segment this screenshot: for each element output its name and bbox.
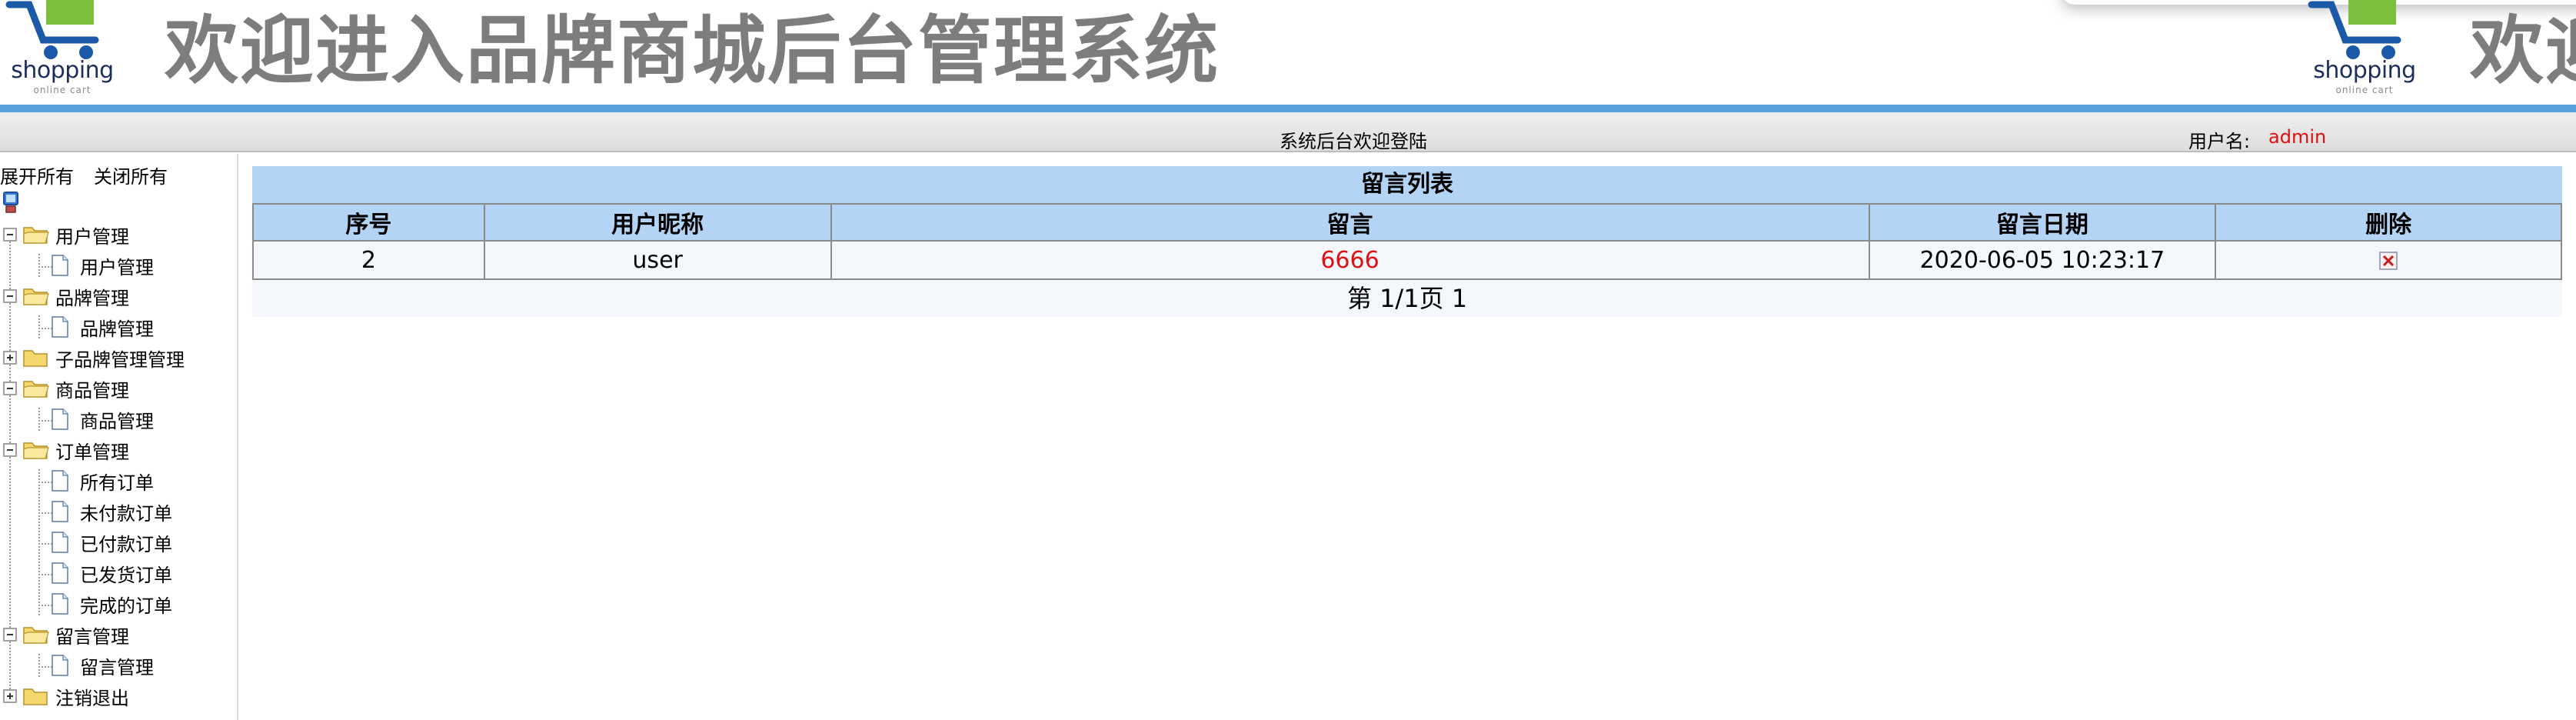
tree-group-message-management[interactable]: 留言管理 [3,619,129,650]
tree-group-label[interactable]: 留言管理 [55,622,129,648]
document-icon [52,593,68,615]
tree-group-logout[interactable]: 注销退出 [3,681,129,712]
tree-item-label[interactable]: 已付款订单 [80,529,172,556]
tree-item-shipped-orders[interactable]: 已发货订单 [51,558,172,588]
main-content: 留言列表 序号 用户昵称 留言 留言日期 删除 2 user 6666 2020… [252,166,2562,317]
collapse-minus-icon[interactable] [3,382,17,395]
tree-group-label[interactable]: 用户管理 [55,222,129,248]
collapse-minus-icon[interactable] [3,289,17,303]
shopping-logo-repeat: shopping online cart [2305,0,2421,100]
document-icon [52,408,68,430]
tree-guide-line [38,254,40,277]
shopping-logo: shopping online cart [3,0,118,100]
document-icon [52,655,68,676]
document-icon [52,501,68,522]
banner-title: 欢迎进入品牌商城后台管理系统 [165,8,1220,94]
folder-closed-icon [23,350,48,367]
column-header-message: 留言 [830,203,1870,242]
tree-item-label[interactable]: 用户管理 [80,252,154,279]
tree-group-label[interactable]: 品牌管理 [55,283,129,310]
column-header-date: 留言日期 [1868,203,2217,242]
tree-item-brand-management[interactable]: 品牌管理 [51,312,154,342]
tree-item-product-management[interactable]: 商品管理 [51,404,154,435]
cell-message: 6666 [830,240,1870,280]
document-icon [52,470,68,492]
tree-item-unpaid-orders[interactable]: 未付款订单 [51,496,172,527]
cell-id: 2 [252,240,485,280]
column-header-delete: 删除 [2215,203,2562,242]
folder-open-icon [23,442,49,459]
header-banner: shopping online cart 欢迎进入品牌商城后台管理系统 shop… [0,0,2576,105]
folder-closed-icon [23,688,48,705]
tree-guide-line [38,654,40,677]
computer-icon [3,192,18,213]
collapse-minus-icon[interactable] [3,628,17,642]
expand-plus-icon[interactable] [3,351,17,365]
cell-date: 2020-06-05 10:23:17 [1868,240,2217,280]
tree-group-label[interactable]: 商品管理 [55,375,129,402]
column-header-id: 序号 [252,203,485,242]
header-accent-bar [0,105,2576,112]
logo-subtitle: online cart [33,85,92,95]
status-bar: 系统后台欢迎登陆 用户名: admin [0,112,2576,152]
tree-item-label[interactable]: 未付款订单 [80,498,172,525]
tree-item-label[interactable]: 所有订单 [80,468,154,495]
tree-item-label[interactable]: 完成的订单 [80,591,172,618]
welcome-text: 系统后台欢迎登陆 [1280,131,1427,152]
expand-all-link[interactable]: 展开所有 [0,166,74,188]
username-label: 用户名: [2188,131,2251,152]
tree-guide-line [38,315,40,338]
cell-nickname: user [483,240,832,280]
tree-item-completed-orders[interactable]: 完成的订单 [51,588,172,619]
folder-open-icon [23,288,49,305]
tree-item-paid-orders[interactable]: 已付款订单 [51,527,172,558]
tree-toolbar: 展开所有 关闭所有 [0,162,168,188]
tree-guide-line [38,408,40,431]
collapse-all-link[interactable]: 关闭所有 [94,166,168,188]
message-list-title: 留言列表 [252,166,2562,203]
tree-group-brand-management[interactable]: 品牌管理 [3,281,129,312]
logo-word: shopping [2313,57,2416,84]
logo-word: shopping [11,57,114,84]
collapse-minus-icon[interactable] [3,228,17,242]
logo-subtitle: online cart [2335,85,2394,95]
collapse-minus-icon[interactable] [3,443,17,457]
cell-delete [2215,240,2562,280]
delete-icon[interactable] [2379,252,2398,270]
shopping-cart-icon [2308,0,2401,59]
tree-item-all-orders[interactable]: 所有订单 [51,465,154,496]
table-row: 2 user 6666 2020-06-05 10:23:17 [252,240,2562,280]
tree-item-label[interactable]: 品牌管理 [80,314,154,341]
tree-group-user-management[interactable]: 用户管理 [3,219,129,250]
message-table: 序号 用户昵称 留言 留言日期 删除 2 user 6666 2020-06-0… [252,203,2562,280]
tree-item-label[interactable]: 留言管理 [80,652,154,679]
tree-group-label[interactable]: 订单管理 [55,437,129,464]
tree-item-user-management[interactable]: 用户管理 [51,250,154,281]
tree-item-message-management[interactable]: 留言管理 [51,650,154,681]
table-header-row: 序号 用户昵称 留言 留言日期 删除 [252,203,2562,242]
shopping-cart-icon [5,0,99,59]
sidebar-tree: 展开所有 关闭所有 用户管理 用户管理 品牌管理 品牌管理 子品牌管理管理 商品… [0,154,238,720]
document-icon [52,532,68,553]
username-value: admin [2268,126,2327,148]
tree-group-label[interactable]: 注销退出 [55,683,129,710]
folder-open-icon [23,381,49,398]
pagination: 第 1/1页 1 [252,280,2562,317]
document-icon [52,562,68,584]
document-icon [52,255,68,276]
expand-plus-icon[interactable] [3,689,17,703]
tree-group-sub-brand-management[interactable]: 子品牌管理管理 [3,342,185,373]
folder-open-icon [23,627,49,644]
tree-group-order-management[interactable]: 订单管理 [3,435,129,465]
tree-guide-line [38,469,40,615]
tree-group-label[interactable]: 子品牌管理管理 [55,345,185,372]
tree-group-product-management[interactable]: 商品管理 [3,373,129,404]
column-header-nickname: 用户昵称 [483,203,832,242]
document-icon [52,316,68,338]
tree-item-label[interactable]: 已发货订单 [80,560,172,587]
tree-item-label[interactable]: 商品管理 [80,406,154,433]
folder-open-icon [23,227,49,244]
banner-title-repeat: 欢迎 [2470,8,2576,94]
